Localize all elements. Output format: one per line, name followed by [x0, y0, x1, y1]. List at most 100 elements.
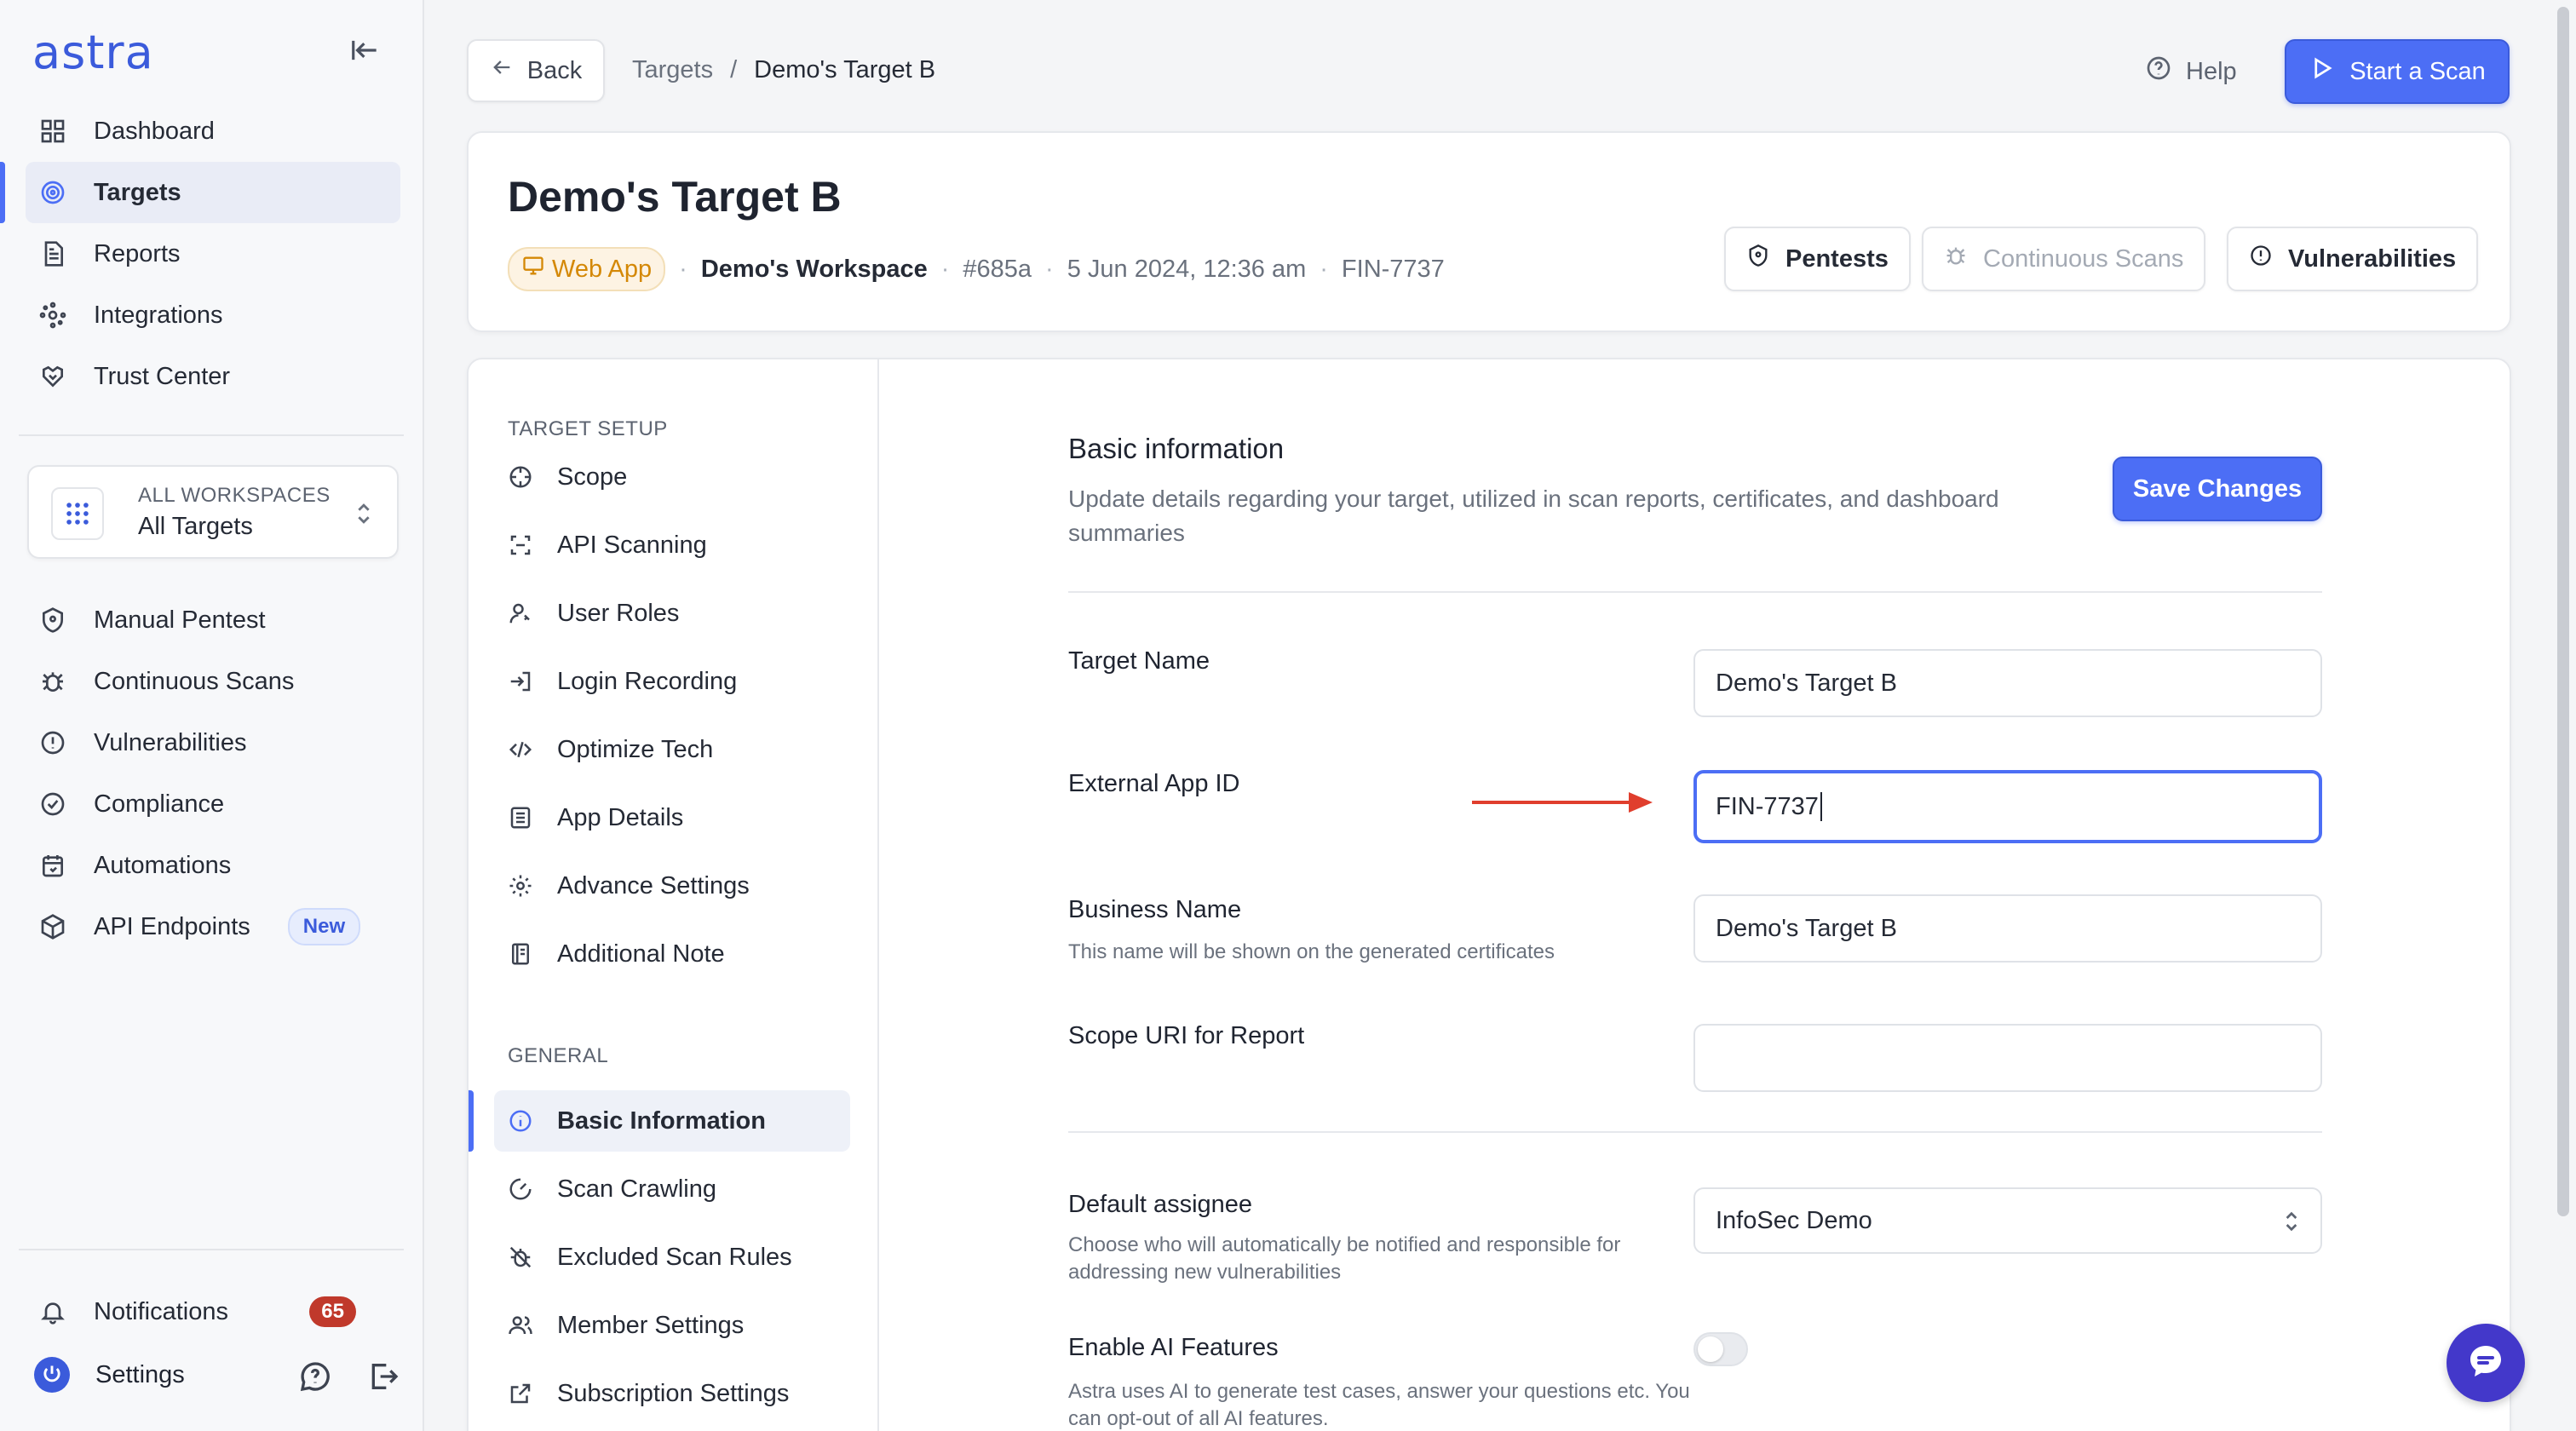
- subnav-label: Excluded Scan Rules: [557, 1243, 792, 1271]
- meta-separator: ·: [1320, 255, 1328, 283]
- sidebar-item-label: Targets: [94, 178, 181, 206]
- workspace-kicker: ALL WORKSPACES: [138, 484, 331, 507]
- question-circle-icon: [2145, 55, 2172, 89]
- subnav-heading-general: GENERAL: [508, 1044, 609, 1067]
- subnav-item-scan-crawling[interactable]: Scan Crawling: [494, 1158, 850, 1220]
- scope-uri-label: Scope URI for Report: [1068, 1022, 1305, 1049]
- enable-ai-toggle[interactable]: [1693, 1332, 1748, 1366]
- alert-circle-icon: [2249, 244, 2273, 274]
- subnav-item-basic-information[interactable]: Basic Information: [494, 1090, 850, 1152]
- bell-icon: [37, 1296, 68, 1327]
- continuous-scans-label: Continuous Scans: [1983, 244, 2184, 273]
- page-scrollbar[interactable]: [2550, 0, 2576, 1431]
- apps-grid-icon: [51, 487, 104, 540]
- external-id-meta: FIN-7737: [1341, 255, 1445, 283]
- active-indicator: [0, 162, 5, 223]
- subnav-item-subscription-settings[interactable]: Subscription Settings: [494, 1363, 850, 1424]
- workspace-title: All Targets: [138, 513, 253, 540]
- save-changes-button[interactable]: Save Changes: [2113, 457, 2322, 521]
- chat-bubble-icon: [2465, 1341, 2506, 1386]
- login-icon: [506, 667, 535, 696]
- sidebar-item-label: API Endpoints: [94, 912, 250, 940]
- breadcrumb: Targets / Demo's Target B: [632, 56, 935, 84]
- notebook-icon: [506, 940, 535, 968]
- sidebar-item-label: Compliance: [94, 790, 225, 818]
- page-title: Demo's Target B: [508, 173, 842, 221]
- sidebar-item-dashboard[interactable]: Dashboard: [26, 101, 400, 162]
- meta-separator: ·: [679, 255, 687, 283]
- target-id: #685a: [963, 255, 1032, 283]
- sidebar-item-label: Notifications: [94, 1297, 228, 1325]
- vulnerabilities-button[interactable]: Vulnerabilities: [2227, 227, 2479, 291]
- grid-icon: [37, 116, 68, 147]
- sidebar-item-label: Trust Center: [94, 362, 231, 390]
- monitor-icon: [521, 254, 545, 284]
- subnav-item-optimize-tech[interactable]: Optimize Tech: [494, 719, 850, 780]
- section-title: Basic information: [1068, 433, 1285, 464]
- sidebar-item-continuous-scans[interactable]: Continuous Scans: [26, 651, 400, 712]
- chevron-up-down-icon: [2281, 1208, 2302, 1235]
- sidebar-bottom-actions: [298, 1359, 400, 1394]
- arrow-left-icon: [490, 55, 514, 86]
- back-label: Back: [526, 56, 583, 84]
- cube-icon: [37, 911, 68, 942]
- sidebar-item-label: Reports: [94, 239, 181, 267]
- user-key-icon: [506, 599, 535, 628]
- subnav-item-advance-settings[interactable]: Advance Settings: [494, 855, 850, 917]
- default-assignee-select[interactable]: InfoSec Demo: [1693, 1187, 2322, 1254]
- shield-icon: [1746, 244, 1770, 274]
- section-divider: [1068, 1131, 2322, 1133]
- subnav-item-excluded-scan-rules[interactable]: Excluded Scan Rules: [494, 1227, 850, 1288]
- subnav-item-scope[interactable]: Scope: [494, 446, 850, 508]
- subnav-item-app-details[interactable]: App Details: [494, 787, 850, 848]
- section-divider: [1068, 591, 2322, 593]
- target-type-label: Web App: [552, 255, 653, 283]
- scrollbar-thumb[interactable]: [2557, 7, 2569, 1216]
- subnav-item-member-settings[interactable]: Member Settings: [494, 1295, 850, 1356]
- breadcrumb-targets[interactable]: Targets: [632, 56, 713, 84]
- logout-icon[interactable]: [366, 1359, 400, 1394]
- breadcrumb-current: Demo's Target B: [754, 56, 936, 83]
- target-name-input[interactable]: Demo's Target B: [1693, 649, 2322, 717]
- pentests-button[interactable]: Pentests: [1724, 227, 1911, 291]
- scope-uri-input[interactable]: [1693, 1024, 2322, 1092]
- sidebar-item-label: Continuous Scans: [94, 667, 295, 695]
- sidebar-item-label: Integrations: [94, 301, 223, 329]
- bug-icon: [37, 666, 68, 697]
- list-icon: [506, 803, 535, 832]
- calendar-icon: [37, 850, 68, 881]
- collapse-sidebar-icon[interactable]: [349, 34, 382, 66]
- help-chat-icon[interactable]: [298, 1359, 332, 1394]
- target-name-value: Demo's Target B: [1716, 669, 1897, 697]
- astra-logo[interactable]: astra: [32, 26, 154, 79]
- sidebar-item-targets[interactable]: Targets: [26, 162, 400, 223]
- back-button[interactable]: Back: [467, 39, 605, 102]
- section-description: Update details regarding your target, ut…: [1068, 486, 1999, 546]
- continuous-scans-button[interactable]: Continuous Scans: [1922, 227, 2206, 291]
- subnav-item-additional-note[interactable]: Additional Note: [494, 923, 850, 985]
- workspace-switcher[interactable]: ALL WORKSPACES All Targets: [27, 465, 399, 559]
- sidebar-item-integrations[interactable]: Integrations: [26, 284, 400, 346]
- sidebar: astra Dashboard Targets Reports Integrat…: [0, 0, 424, 1431]
- document-icon: [37, 238, 68, 269]
- external-app-id-value: FIN-7737: [1716, 792, 1819, 820]
- sidebar-item-trust-center[interactable]: Trust Center: [26, 346, 400, 407]
- chat-support-button[interactable]: [2447, 1324, 2525, 1402]
- sidebar-item-compliance[interactable]: Compliance: [26, 773, 400, 835]
- sidebar-item-automations[interactable]: Automations: [26, 835, 400, 896]
- sidebar-item-notifications[interactable]: Notifications 65: [26, 1281, 400, 1342]
- integrations-icon: [37, 300, 68, 330]
- subnav-label: Scope: [557, 463, 628, 491]
- external-app-id-input[interactable]: FIN-7737: [1693, 770, 2322, 843]
- subnav-item-login-recording[interactable]: Login Recording: [494, 651, 850, 712]
- sidebar-item-reports[interactable]: Reports: [26, 223, 400, 284]
- sidebar-item-api-endpoints[interactable]: API Endpoints New: [26, 896, 400, 957]
- start-scan-button[interactable]: Start a Scan: [2285, 39, 2510, 104]
- toggle-knob: [1698, 1336, 1723, 1362]
- subnav-item-user-roles[interactable]: User Roles: [494, 583, 850, 644]
- help-button[interactable]: Help: [2145, 55, 2237, 89]
- sidebar-item-vulnerabilities[interactable]: Vulnerabilities: [26, 712, 400, 773]
- subnav-item-api-scanning[interactable]: API Scanning: [494, 514, 850, 576]
- business-name-input[interactable]: Demo's Target B: [1693, 894, 2322, 963]
- sidebar-item-manual-pentest[interactable]: Manual Pentest: [26, 589, 400, 651]
